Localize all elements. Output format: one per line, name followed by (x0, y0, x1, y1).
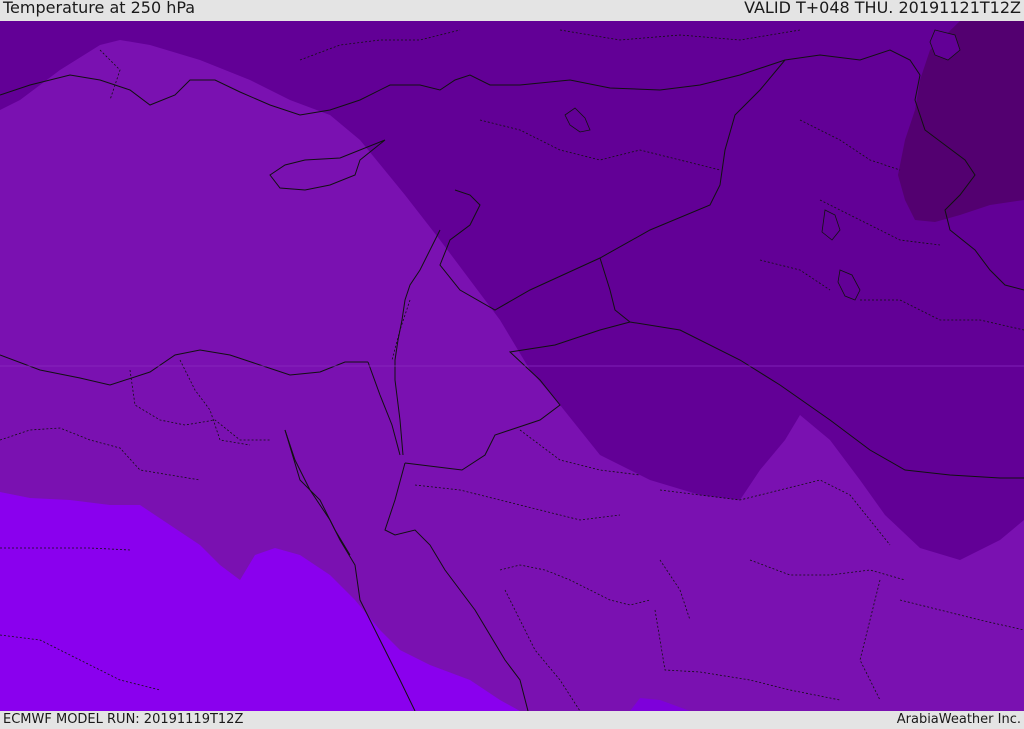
map-footer: ECMWF MODEL RUN: 20191119T12Z ArabiaWeat… (0, 711, 1024, 729)
valid-time: VALID T+048 THU. 20191121T12Z (744, 0, 1021, 17)
credit-label: ArabiaWeather Inc. (896, 712, 1021, 727)
model-run-label: ECMWF MODEL RUN: 20191119T12Z (3, 712, 244, 727)
map-canvas (0, 21, 1024, 711)
map-title: Temperature at 250 hPa (3, 0, 196, 17)
weather-map[interactable] (0, 21, 1024, 711)
map-header: Temperature at 250 hPa VALID T+048 THU. … (0, 0, 1024, 21)
